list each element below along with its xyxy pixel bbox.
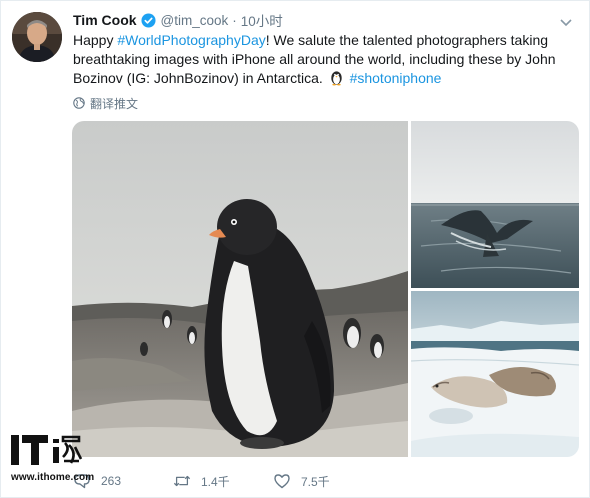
hashtag-world-photography-day[interactable]: #WorldPhotographyDay	[117, 32, 265, 48]
like-icon	[274, 474, 290, 489]
hashtag-shotoniphone[interactable]: #shotoniphone	[350, 70, 442, 86]
penguin-emoji-icon	[328, 69, 345, 86]
tweet-card: Tim Cook @tim_cook · 10小时 Happy #WorldPh…	[0, 0, 590, 498]
author-name[interactable]: Tim Cook	[73, 12, 137, 28]
avatar[interactable]	[12, 12, 62, 62]
retweet-icon	[173, 475, 191, 487]
reply-count: 263	[101, 474, 122, 488]
like-count: 7.5千	[301, 474, 330, 489]
chevron-down-icon[interactable]	[559, 15, 573, 27]
media-grid	[72, 121, 579, 457]
separator-dot: ·	[232, 12, 237, 28]
tweet-text: Happy #WorldPhotographyDay! We salute th…	[73, 31, 573, 88]
tweet-text-prefix: Happy	[73, 32, 118, 48]
tweet-header: Tim Cook @tim_cook · 10小时	[73, 10, 283, 30]
verified-badge-icon	[141, 12, 156, 28]
tweet-timestamp[interactable]: 10小时	[241, 10, 283, 30]
tweet-actions: 263 1.4千 7.5千	[73, 471, 373, 491]
translate-tweet-link[interactable]: 翻译推文	[73, 95, 138, 111]
like-button[interactable]: 7.5千	[273, 473, 373, 490]
author-handle[interactable]: @tim_cook	[161, 13, 229, 28]
translate-label: 翻译推文	[90, 96, 139, 111]
seals-on-ice-photo[interactable]	[411, 291, 579, 457]
penguin-photo[interactable]	[72, 121, 408, 457]
watermark-url: www.ithome.com	[11, 472, 95, 483]
retweet-count: 1.4千	[201, 474, 230, 489]
retweet-button[interactable]: 1.4千	[173, 473, 273, 490]
globe-icon	[73, 97, 85, 109]
whale-tail-photo[interactable]	[411, 121, 579, 288]
